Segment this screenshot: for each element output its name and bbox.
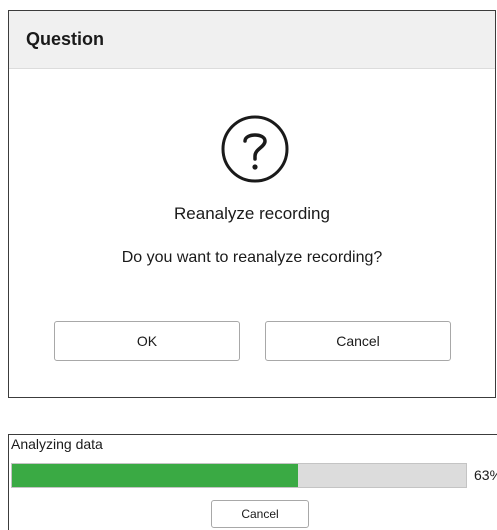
dialog-title: Question [26, 29, 105, 49]
progress-panel: Analyzing data 63% Cancel [8, 434, 497, 530]
dialog-header: Question [9, 11, 495, 69]
cancel-analysis-button[interactable]: Cancel [211, 500, 309, 528]
question-dialog: Question Reanalyze recording Do you want… [8, 10, 496, 398]
question-circle-icon [221, 115, 289, 183]
dialog-heading: Reanalyze recording [174, 204, 330, 223]
dialog-message: Do you want to reanalyze recording? [121, 249, 383, 266]
ok-button[interactable]: OK [54, 321, 240, 361]
progress-bar [11, 463, 467, 488]
cancel-button[interactable]: Cancel [265, 321, 451, 361]
progress-label: Analyzing data [11, 436, 103, 452]
progress-fill [12, 464, 299, 487]
progress-percent: 63% [474, 467, 497, 483]
